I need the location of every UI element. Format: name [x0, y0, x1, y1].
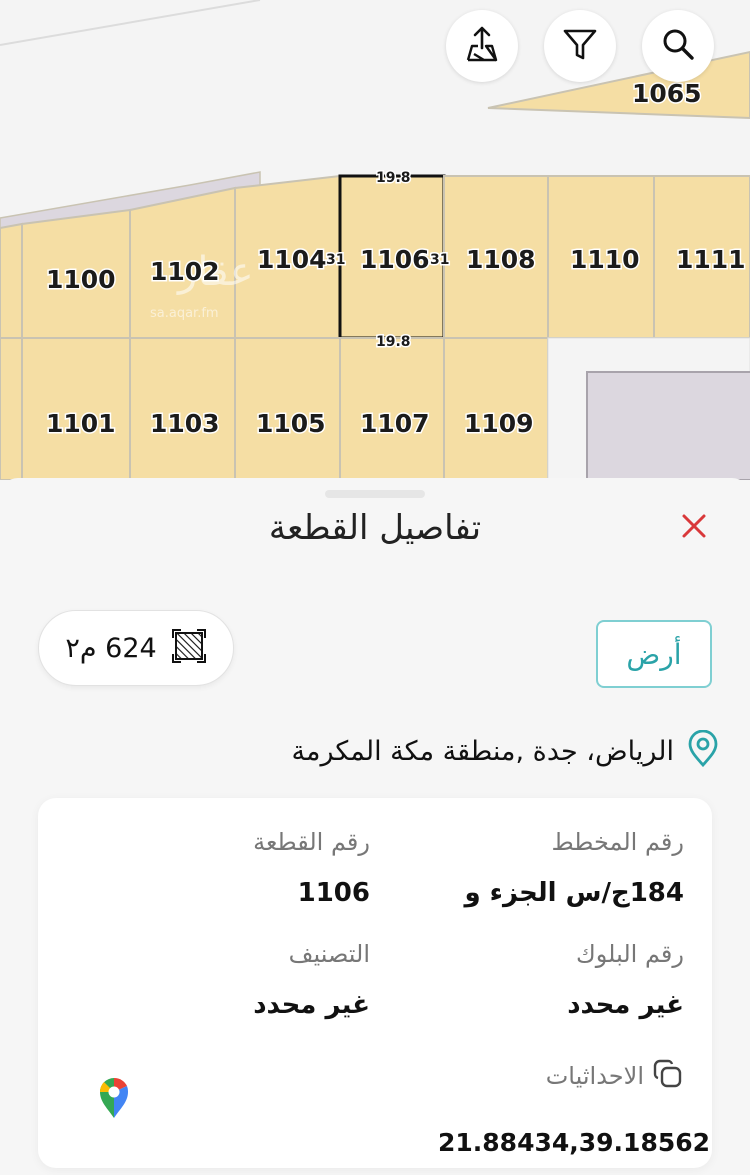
- plot-label-1105: 1105: [256, 409, 326, 438]
- plot-details-card: رقم المخطط 184ج/س الجزء و رقم القطعة 110…: [38, 798, 712, 1168]
- plan-number-label: رقم المخطط: [551, 828, 684, 856]
- block-number-value: غير محدد: [567, 990, 684, 1020]
- plan-number-value: 184ج/س الجزء و: [464, 878, 684, 908]
- sheet-title: تفاصيل القطعة: [268, 508, 482, 548]
- search-button[interactable]: [642, 10, 714, 82]
- area-value: 624 م٢: [65, 632, 157, 664]
- location-pin-icon: [686, 729, 720, 772]
- classification-label: التصنيف: [288, 940, 370, 968]
- dim-bottom: 19.8: [376, 334, 411, 350]
- plot-label-1104: 1104: [257, 245, 327, 274]
- block-number-field: رقم البلوك غير محدد: [412, 940, 684, 1020]
- plot-label-1103: 1103: [150, 409, 220, 438]
- dim-top: 19.8: [376, 170, 411, 186]
- plot-details-sheet: تفاصيل القطعة 624 م٢ أرض الرياض، جدة ,من…: [0, 478, 750, 1175]
- plot-label-1101: 1101: [46, 409, 116, 438]
- area-hatch-icon: [171, 628, 207, 668]
- filter-icon: [560, 24, 600, 68]
- plot-label-1107: 1107: [360, 409, 430, 438]
- coordinates-label: الاحداثيات: [545, 1062, 644, 1090]
- plot-number-field: رقم القطعة 1106: [98, 828, 370, 908]
- plot-label-1065: 1065: [632, 79, 702, 108]
- sheet-drag-handle[interactable]: [325, 490, 425, 498]
- coordinates-value[interactable]: 21.88434,39.18562: [438, 1128, 710, 1157]
- filter-button[interactable]: [544, 10, 616, 82]
- plot-number-label: رقم القطعة: [253, 828, 370, 856]
- search-icon: [658, 24, 698, 68]
- plot-number-value: 1106: [297, 878, 370, 908]
- grey-building-block: [586, 371, 750, 480]
- plot-map[interactable]: عقار sa.aqar.fm 1100 1102 1104 1106 1108…: [0, 0, 750, 480]
- share-button[interactable]: [446, 10, 518, 82]
- plot-shape-1065[interactable]: [487, 50, 750, 120]
- watermark-url: sa.aqar.fm: [150, 306, 219, 321]
- location-row: الرياض، جدة ,منطقة مكة المكرمة: [240, 729, 720, 772]
- plot-label-1102: 1102: [150, 257, 220, 286]
- land-type-button[interactable]: أرض: [596, 620, 712, 688]
- classification-value: غير محدد: [253, 990, 370, 1020]
- dim-right: 31: [430, 252, 449, 268]
- copy-icon[interactable]: [652, 1058, 684, 1094]
- plot-label-1108: 1108: [466, 245, 536, 274]
- plot-label-1106: 1106: [360, 245, 430, 274]
- dim-left: 31: [326, 252, 345, 268]
- plot-label-1110: 1110: [570, 245, 640, 274]
- location-text: الرياض، جدة ,منطقة مكة المكرمة: [291, 735, 674, 767]
- map-canvas[interactable]: عقار sa.aqar.fm 1100 1102 1104 1106 1108…: [0, 0, 750, 480]
- google-maps-button[interactable]: [96, 1076, 132, 1124]
- plot-label-1109: 1109: [464, 409, 534, 438]
- plot-label-1111: 1111: [676, 245, 746, 274]
- block-number-label: رقم البلوك: [575, 940, 684, 968]
- classification-field: التصنيف غير محدد: [98, 940, 370, 1020]
- area-pill: 624 م٢: [38, 610, 234, 686]
- close-icon: [680, 512, 708, 544]
- close-button[interactable]: [676, 510, 712, 546]
- share-upload-icon: [462, 24, 502, 68]
- plan-number-field: رقم المخطط 184ج/س الجزء و: [412, 828, 684, 908]
- plot-label-1100: 1100: [46, 265, 116, 294]
- google-maps-pin-icon: [96, 1077, 132, 1124]
- coordinates-label-row: الاحداثيات: [538, 1058, 684, 1094]
